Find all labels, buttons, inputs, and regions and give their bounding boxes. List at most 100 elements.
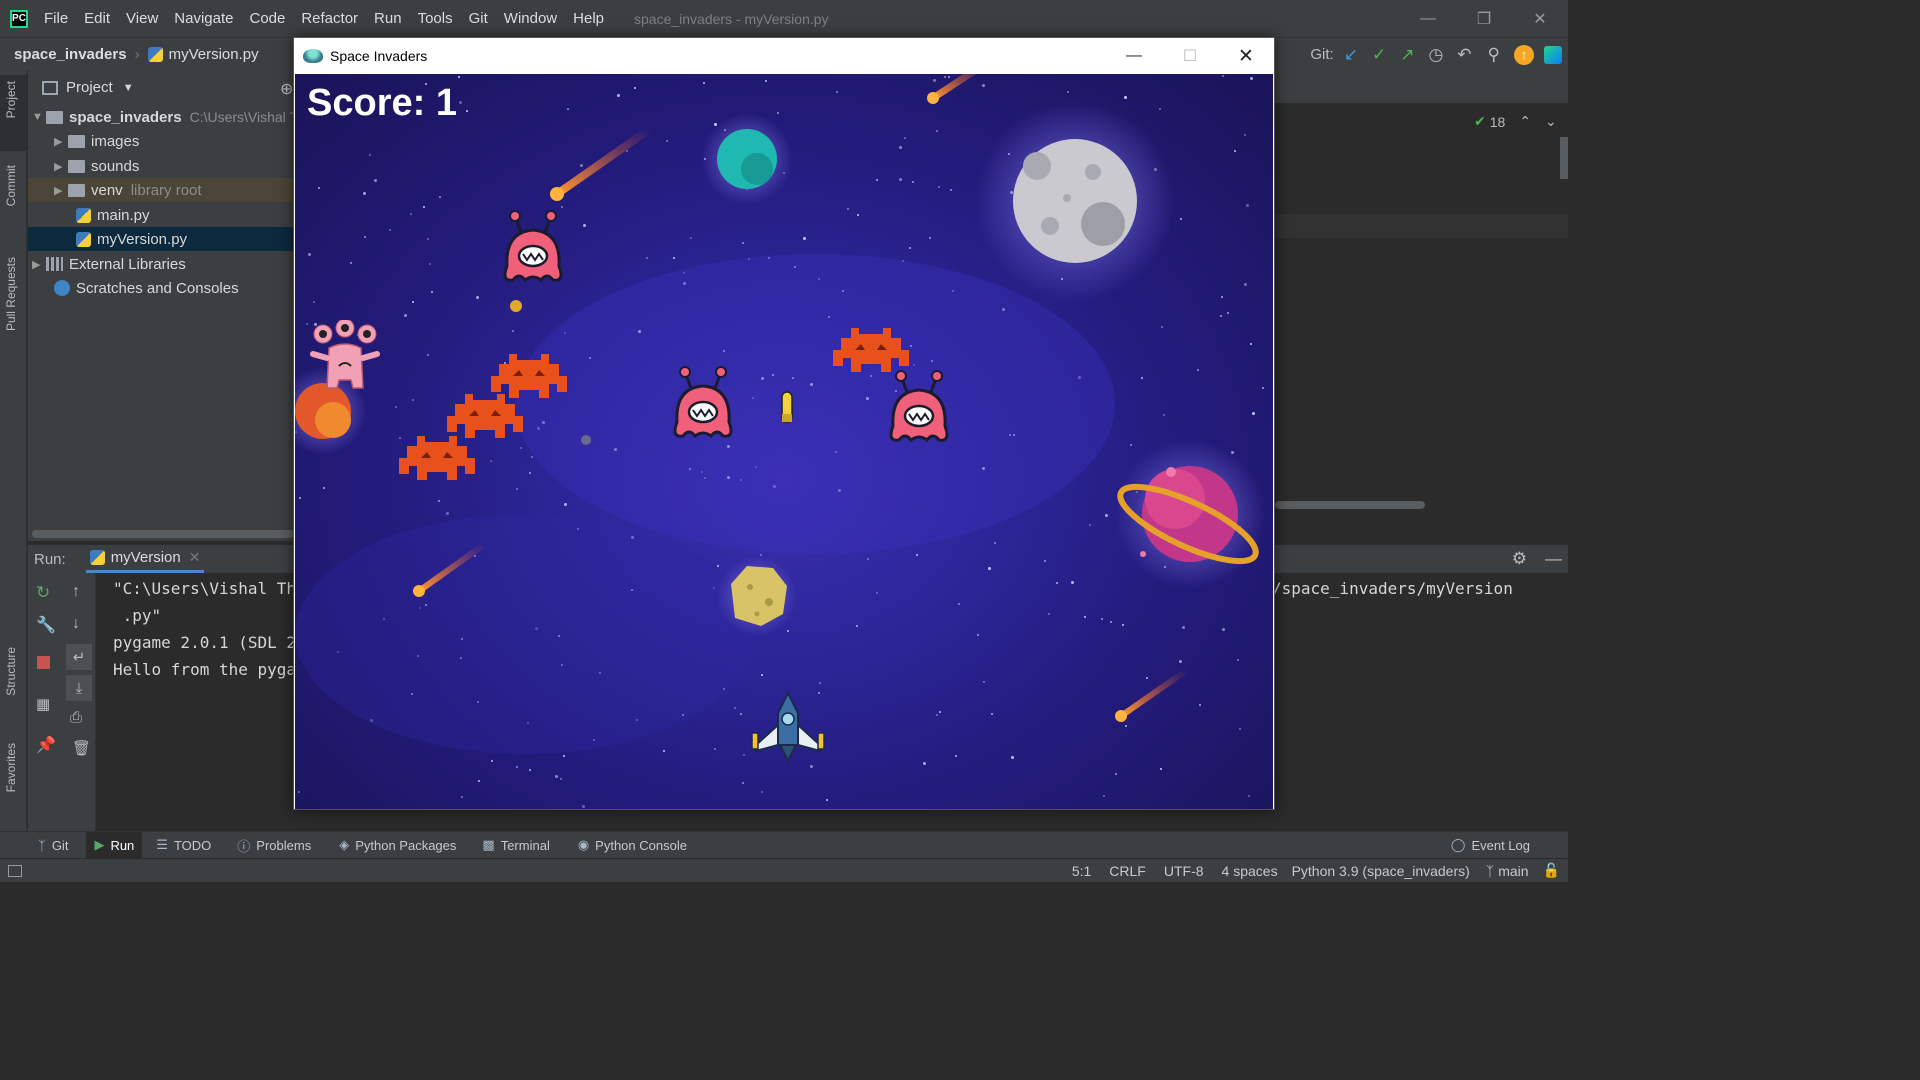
tab-commit[interactable]: Commit	[4, 165, 18, 206]
breadcrumb-file[interactable]: myVersion.py	[169, 46, 259, 63]
pin-icon[interactable]: 📌	[36, 735, 56, 755]
status-bar: 5:1 CRLF UTF-8 4 spaces Python 3.9 (spac…	[0, 858, 1568, 882]
menu-help[interactable]: Help	[573, 10, 604, 27]
vertical-scrollbar[interactable]	[1560, 137, 1568, 179]
tab-pull-requests[interactable]: Pull Requests	[4, 257, 18, 331]
tab-python-packages[interactable]: ◈ Python Packages	[339, 837, 456, 853]
tree-item-sounds[interactable]: ▶ sounds	[54, 154, 139, 178]
menu-file[interactable]: File	[44, 10, 68, 27]
tree-item-myversion-py[interactable]: myVersion.py	[28, 227, 294, 251]
tab-favorites[interactable]: Favorites	[4, 743, 18, 792]
file-encoding[interactable]: UTF-8	[1164, 863, 1204, 879]
scroll-to-end-icon[interactable]: ⤓	[66, 675, 92, 701]
run-config-tab[interactable]: myVersion	[111, 549, 181, 566]
toggle-panels-icon[interactable]	[8, 864, 22, 877]
tree-root[interactable]: ▼ space_invaders C:\Users\Vishal T	[32, 105, 298, 129]
lock-icon[interactable]: 🔓	[1543, 862, 1560, 879]
tab-run[interactable]: ▶ Run	[86, 832, 143, 858]
hide-panel-icon[interactable]: —	[1545, 549, 1562, 569]
inspection-count[interactable]: 18	[1490, 114, 1506, 130]
ide-close-button[interactable]: ✕	[1512, 9, 1568, 29]
inspection-ok-icon[interactable]: ✔	[1474, 113, 1486, 130]
menu-window[interactable]: Window	[504, 10, 557, 27]
wrench-icon[interactable]: 🔧	[36, 615, 56, 635]
chevron-right-icon[interactable]: ▶	[54, 135, 68, 148]
soft-wrap-icon[interactable]: ↵	[66, 644, 92, 670]
rollback-icon[interactable]: ↶	[1457, 45, 1471, 65]
menu-refactor[interactable]: Refactor	[301, 10, 358, 27]
update-available-icon[interactable]: ↑	[1514, 44, 1534, 65]
git-commit-icon[interactable]: ✓	[1372, 45, 1386, 65]
python-interpreter[interactable]: Python 3.9 (space_invaders)	[1292, 863, 1470, 879]
menu-view[interactable]: View	[126, 10, 158, 27]
folder-icon	[68, 159, 85, 173]
enemy-bullet	[510, 300, 522, 312]
editor-area: ✔ 18 ⌃ ⌄	[1274, 71, 1568, 541]
tab-terminal[interactable]: ▩ Terminal	[482, 837, 549, 853]
game-close-button[interactable]: ✕	[1218, 45, 1274, 68]
search-icon[interactable]: ⚲	[1488, 45, 1500, 65]
arrow-up-icon[interactable]: ↑	[72, 583, 80, 601]
layout-icon[interactable]: ▦	[36, 695, 50, 713]
locate-file-icon[interactable]: ⊕	[280, 79, 293, 99]
chevron-right-icon[interactable]: ▶	[54, 184, 68, 197]
multi-eye-alien	[307, 318, 383, 399]
rerun-icon[interactable]: ↻	[36, 583, 50, 603]
menu-navigate[interactable]: Navigate	[174, 10, 233, 27]
blob-alien	[881, 370, 957, 453]
game-maximize-button[interactable]: ☐	[1162, 46, 1218, 66]
stop-icon[interactable]	[37, 656, 50, 669]
tree-item-external-libraries[interactable]: ▶ External Libraries	[32, 252, 186, 276]
external-libraries-label: External Libraries	[69, 255, 186, 273]
chevron-up-icon[interactable]: ⌃	[1519, 113, 1531, 130]
tab-project[interactable]: Project	[4, 81, 18, 118]
horizontal-scrollbar[interactable]	[1275, 501, 1425, 509]
history-icon[interactable]: ◷	[1428, 45, 1443, 65]
caret-position[interactable]: 5:1	[1072, 863, 1091, 879]
tree-item-venv[interactable]: ▶ venv library root	[28, 178, 294, 202]
tab-git[interactable]: ᛉ Git	[38, 838, 68, 853]
ide-minimize-button[interactable]: —	[1400, 10, 1456, 28]
ide-restore-button[interactable]: ❐	[1456, 9, 1512, 29]
blob-alien	[665, 366, 741, 449]
menu-tools[interactable]: Tools	[418, 10, 453, 27]
menu-code[interactable]: Code	[249, 10, 285, 27]
game-canvas[interactable]: Score: 1	[295, 74, 1273, 809]
git-push-icon[interactable]: ↗	[1400, 45, 1414, 65]
chevron-down-icon[interactable]: ▼	[32, 111, 46, 123]
chevron-down-icon[interactable]: ⌄	[1545, 113, 1557, 130]
pycharm-logo-icon: PC	[10, 9, 28, 28]
tree-item-scratches[interactable]: Scratches and Consoles	[54, 276, 239, 300]
tab-problems[interactable]: ⓘ Problems	[237, 836, 311, 855]
menu-git[interactable]: Git	[469, 10, 488, 27]
trash-icon[interactable]: 🗑	[72, 739, 91, 757]
menu-edit[interactable]: Edit	[84, 10, 110, 27]
chevron-right-icon[interactable]: ▶	[54, 160, 68, 173]
toolbox-icon[interactable]	[1544, 45, 1562, 64]
tab-todo[interactable]: ☰ TODO	[156, 837, 211, 853]
chevron-right-icon[interactable]: ▶	[32, 258, 46, 271]
arrow-down-icon[interactable]: ↓	[72, 615, 80, 633]
menu-run[interactable]: Run	[374, 10, 402, 27]
blob-alien	[495, 210, 571, 293]
console-line: Hello from the pyga	[113, 660, 297, 679]
game-minimize-button[interactable]: —	[1106, 47, 1162, 65]
git-update-icon[interactable]: ↙	[1344, 45, 1358, 65]
line-separator[interactable]: CRLF	[1109, 863, 1146, 879]
close-icon[interactable]: ✕	[189, 549, 201, 566]
print-icon[interactable]: ⎙	[70, 709, 82, 726]
git-branch[interactable]: main	[1498, 863, 1528, 879]
tab-structure[interactable]: Structure	[4, 647, 18, 696]
tab-python-console[interactable]: ◉ Python Console	[578, 837, 687, 853]
project-panel-title[interactable]: Project	[66, 79, 113, 96]
gear-icon[interactable]: ⚙	[1512, 549, 1527, 569]
indent-setting[interactable]: 4 spaces	[1222, 863, 1278, 879]
tree-item-images[interactable]: ▶ images	[54, 129, 139, 153]
horizontal-scrollbar[interactable]	[32, 530, 294, 538]
player-ship[interactable]	[748, 689, 828, 769]
event-log-button[interactable]: ◯ Event Log	[1451, 837, 1530, 853]
chevron-down-icon[interactable]: ▼	[123, 82, 134, 94]
player-bullet	[781, 391, 793, 423]
breadcrumb-project[interactable]: space_invaders	[14, 46, 127, 63]
tree-item-main-py[interactable]: main.py	[76, 203, 150, 227]
